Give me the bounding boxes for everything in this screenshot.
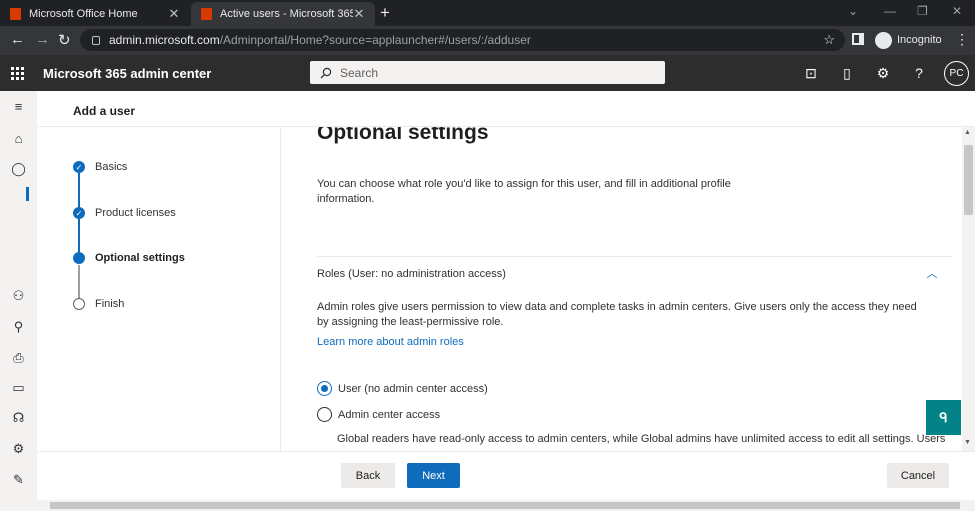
search-placeholder: Search <box>340 65 379 80</box>
step-label: Optional settings <box>95 252 185 264</box>
step-connector <box>78 219 80 254</box>
office-icon <box>10 8 21 20</box>
step-product-licenses[interactable]: ✓ Product licenses <box>73 207 176 219</box>
radio-unselected-icon[interactable] <box>317 407 332 422</box>
browser-tab-active-users[interactable]: Active users - Microsoft 365 adm ✕ <box>191 2 375 26</box>
settings-content: Optional settings You can choose what ro… <box>317 127 957 451</box>
app-title[interactable]: Microsoft 365 admin center <box>43 66 211 81</box>
search-input[interactable]: Search <box>310 61 665 84</box>
step-label: Finish <box>95 298 125 310</box>
star-icon[interactable]: ☆ <box>823 32 835 48</box>
billing-icon[interactable]: ▭ <box>11 380 26 395</box>
step-connector <box>78 173 80 208</box>
divider <box>317 256 953 257</box>
url-path: /Adminportal/Home?source=applauncher#/us… <box>219 33 531 47</box>
step-optional-settings[interactable]: Optional settings <box>73 252 185 264</box>
settings-icon[interactable]: ⚙ <box>11 441 26 456</box>
vertical-scrollbar[interactable]: ▲ ▼ <box>962 127 975 451</box>
radio-selected-icon[interactable] <box>317 381 332 396</box>
radio-label: Admin center access <box>338 408 441 421</box>
search-icon <box>320 67 332 78</box>
panel-title: Add a user <box>73 104 136 118</box>
office-icon <box>201 8 212 20</box>
terminal-icon[interactable]: ⊡ <box>803 65 819 82</box>
current-step-icon <box>73 252 85 264</box>
back-button[interactable]: Back <box>341 463 395 488</box>
user-icon[interactable]: ◯ <box>11 161 26 176</box>
active-indicator <box>26 187 29 201</box>
scrollbar-thumb[interactable] <box>964 145 973 215</box>
restore-icon[interactable]: ❐ <box>917 4 928 18</box>
home-icon[interactable]: ⌂ <box>11 131 26 146</box>
url-host: admin.microsoft.com <box>109 33 220 47</box>
forward-arrow-icon[interactable]: → <box>35 31 50 48</box>
gear-icon[interactable]: ⚙ <box>875 65 891 82</box>
groups-icon[interactable]: ⚇ <box>11 288 26 303</box>
lock-icon <box>92 35 100 45</box>
chevron-down-icon[interactable]: ⌄ <box>848 4 858 18</box>
address-bar-row: ← → ↻ admin.microsoft.com/Adminportal/Ho… <box>0 26 975 55</box>
checkmark-icon: ✓ <box>73 161 85 173</box>
mobile-icon[interactable]: ▯ <box>839 65 855 82</box>
divider <box>37 451 975 452</box>
user-initials: PC <box>949 68 964 79</box>
scrollbar-thumb[interactable] <box>50 502 960 509</box>
scroll-up-icon[interactable]: ▲ <box>964 129 971 136</box>
side-panel-icon[interactable] <box>852 33 864 45</box>
incognito-indicator[interactable]: Incognito <box>875 30 942 50</box>
browser-tab-office-home[interactable]: Microsoft Office Home ✕ <box>0 2 190 26</box>
step-label: Basics <box>95 161 128 173</box>
page-title: Optional settings <box>317 127 489 144</box>
feedback-button[interactable]: ᑫ <box>926 400 961 435</box>
radio-user-no-admin[interactable]: User (no admin center access) <box>317 381 488 396</box>
radio-admin-center-access[interactable]: Admin center access <box>317 407 440 422</box>
step-finish[interactable]: Finish <box>73 298 124 310</box>
window-close-icon[interactable]: ✕ <box>952 4 962 18</box>
close-icon[interactable]: ✕ <box>353 6 365 22</box>
app-header: Microsoft 365 admin center Search ⊡ ▯ ⚙ … <box>0 55 975 91</box>
roles-section-title[interactable]: Roles (User: no administration access) <box>317 268 506 280</box>
headset-icon[interactable]: ☊ <box>11 410 26 425</box>
printer-icon[interactable]: ⎙ <box>11 350 26 365</box>
url-field[interactable]: admin.microsoft.com/Adminportal/Home?sou… <box>80 29 845 51</box>
next-button[interactable]: Next <box>407 463 460 488</box>
menu-icon[interactable]: ≡ <box>11 99 26 114</box>
chevron-up-icon[interactable]: ︿ <box>925 265 939 280</box>
avatar[interactable]: PC <box>944 61 969 86</box>
tab-label: Microsoft Office Home <box>29 8 138 20</box>
incognito-label: Incognito <box>897 34 942 46</box>
roles-description: Admin roles give users permission to vie… <box>317 301 917 328</box>
back-arrow-icon[interactable]: ← <box>10 31 25 48</box>
new-tab-icon[interactable]: + <box>380 3 390 23</box>
intro-text: You can choose what role you'd like to a… <box>317 178 731 205</box>
cancel-button[interactable]: Cancel <box>887 463 949 488</box>
browser-tab-bar: Microsoft Office Home ✕ Active users - M… <box>0 0 975 26</box>
incognito-icon <box>875 31 892 49</box>
checkmark-icon: ✓ <box>73 207 85 219</box>
user-key-icon[interactable]: ⚲ <box>11 319 26 334</box>
app-launcher-icon[interactable] <box>11 67 24 80</box>
minimize-icon[interactable]: — <box>884 4 896 18</box>
close-icon[interactable]: ✕ <box>168 6 180 22</box>
help-icon[interactable]: ? <box>911 65 927 81</box>
more-options-icon[interactable]: ⋮ <box>955 31 969 48</box>
reload-icon[interactable]: ↻ <box>58 31 71 49</box>
step-connector <box>78 265 80 300</box>
pending-step-icon <box>73 298 85 310</box>
radio-label: User (no admin center access) <box>338 382 488 395</box>
divider <box>280 127 281 451</box>
step-label: Product licenses <box>95 207 176 219</box>
step-basics[interactable]: ✓ Basics <box>73 161 127 173</box>
add-user-panel: Add a user ✓ Basics ✓ Product licenses O… <box>37 91 975 511</box>
horizontal-scrollbar[interactable] <box>37 500 975 511</box>
admin-access-description: Global readers have read-only access to … <box>337 433 946 445</box>
wrench-icon[interactable]: ✎ <box>11 472 26 487</box>
chat-icon: ᑫ <box>939 409 948 425</box>
scroll-down-icon[interactable]: ▼ <box>964 439 971 446</box>
admin-roles-link[interactable]: Learn more about admin roles <box>317 336 464 348</box>
tab-label: Active users - Microsoft 365 adm <box>220 8 353 20</box>
left-nav-rail: ≡ ⌂ ◯ ⚇ ⚲ ⎙ ▭ ☊ ⚙ ✎ <box>0 91 37 511</box>
